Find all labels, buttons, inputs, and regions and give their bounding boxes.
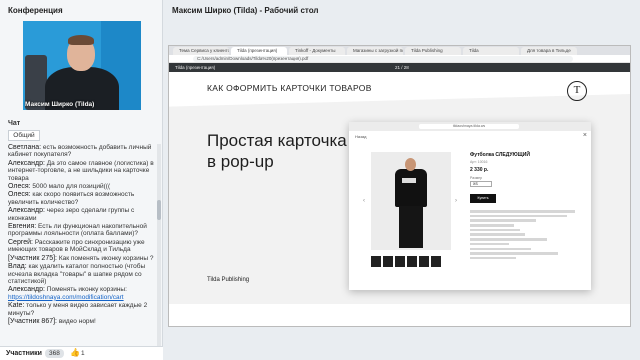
slide-title: Простая карточка в pop-up — [207, 130, 347, 172]
product-photo — [371, 152, 451, 250]
chat-message: Александр: Поменять иконку корзины: http… — [8, 286, 156, 301]
close-icon[interactable]: × — [583, 132, 587, 139]
tilda-logo-icon: T — [567, 81, 587, 101]
chat-author: Александр: — [8, 159, 45, 167]
model-head — [405, 158, 416, 171]
buy-button[interactable]: Купить — [470, 194, 496, 203]
chat-tab-general[interactable]: Общий — [8, 130, 40, 141]
thumbs-up-icon[interactable]: 👍 — [70, 348, 80, 357]
chat-link[interactable]: https://tildoshnaya.com/modification/car… — [8, 294, 124, 301]
slide-footer: Tilda Publishing — [207, 277, 250, 283]
presentation-slide: КАК ОФОРМИТЬ КАРТОЧКИ ТОВАРОВ T Простая … — [169, 72, 630, 324]
browser-tab[interactable]: Tilda Publishing — [405, 47, 461, 55]
chat-scrollbar[interactable] — [157, 144, 161, 346]
chat-text: как удалить каталог полностью (чтобы исч… — [8, 263, 146, 285]
chat-author: [Участник 867]: — [8, 317, 57, 325]
chat-message: [Участник 275]: Как поменять иконку корз… — [8, 255, 156, 262]
popup-url: tildaoshnaya.tilda.ws — [419, 124, 519, 129]
chat-message: Kate: только у меня видео зависает кажды… — [8, 302, 156, 317]
chat-text: только у меня видео зависает каждые 2 ми… — [8, 302, 148, 317]
browser-tab[interactable]: Tinkoff - Документы — [289, 47, 345, 55]
chat-author: Олеся: — [8, 183, 31, 191]
conference-panel: Конференция Максим Ширко (Tilda) Чат Общ… — [0, 0, 163, 360]
chat-text: видео норм! — [58, 317, 96, 325]
slide-title-line2: в pop-up — [207, 152, 274, 171]
chat-author: Сергей: — [8, 238, 33, 246]
browser-tab[interactable]: Магазины с загрузкой по — [347, 47, 403, 55]
likes-count: 1 — [81, 350, 85, 357]
size-label: Размер — [470, 176, 483, 180]
chat-author: Влад: — [8, 263, 27, 271]
speaker-video[interactable]: Максим Ширко (Tilda) — [23, 21, 141, 110]
chat-title: Чат — [8, 120, 21, 127]
chat-messages[interactable]: Светлана: есть возможность добавить личн… — [8, 144, 156, 346]
participants-label[interactable]: Участники — [6, 350, 42, 357]
browser-tab[interactable]: Тема Сервиса у клиентов Tild — [173, 47, 229, 55]
product-price: 2 330 р. — [470, 167, 489, 173]
product-title: Футболка СЛЕДУЮЩИЙ — [470, 152, 530, 158]
chat-message: Александр: через зеро сделали группы с и… — [8, 207, 156, 222]
slide-title-line1: Простая карточка — [207, 131, 347, 150]
chat-text: Как поменять иконку корзины ? — [58, 254, 154, 262]
slide-heading: КАК ОФОРМИТЬ КАРТОЧКИ ТОВАРОВ — [207, 83, 372, 93]
size-select[interactable]: XS — [470, 181, 492, 187]
product-description — [470, 210, 580, 262]
chat-author: Светлана: — [8, 144, 42, 151]
chat-scroll-thumb[interactable] — [157, 200, 161, 220]
chat-author: Kate: — [8, 302, 25, 310]
chat-message: [Участник 867]: видео норм! — [8, 318, 156, 325]
chat-author: Александр: — [8, 207, 45, 215]
pdf-title: Tilda (презентация) — [175, 65, 216, 70]
address-url[interactable]: C:/Users/admin/Downloads/Tilda%20(презен… — [193, 56, 573, 62]
browser-tab[interactable]: Для товара в Тильде — [521, 47, 577, 55]
chat-text: Поменять иконку корзины: — [46, 286, 127, 294]
thumbnail[interactable] — [431, 256, 441, 267]
browser-tab[interactable]: Tilda (презентация) — [231, 47, 287, 55]
arrow-right-icon[interactable]: › — [455, 198, 457, 204]
thumbnail[interactable] — [371, 256, 381, 267]
product-popup-window: tildaoshnaya.tilda.ws Назад × ‹ › Футбол… — [349, 122, 591, 290]
conference-title: Конференция — [8, 6, 63, 15]
chat-message: Влад: как удалить каталог полностью (что… — [8, 263, 156, 285]
chat-message: Евгения: Есть ли функционал накопительно… — [8, 223, 156, 238]
popup-back-link[interactable]: Назад — [355, 134, 366, 139]
thumbnail[interactable] — [383, 256, 393, 267]
product-sku: Арт: 10016 — [470, 160, 488, 164]
participants-count: 368 — [45, 349, 64, 358]
model-legs — [399, 206, 423, 248]
browser-tabs: Тема Сервиса у клиентов TildTilda (презе… — [169, 46, 630, 55]
pdf-page-indicator: 21 / 28 — [395, 65, 409, 70]
speaker-hair — [68, 35, 94, 45]
chat-message: Олеся: как скоро появиться возможность у… — [8, 191, 156, 206]
chat-message: Светлана: есть возможность добавить личн… — [8, 144, 156, 159]
shared-screen: Тема Сервиса у клиентов TildTilda (презе… — [168, 45, 631, 327]
product-thumbnails[interactable] — [371, 254, 471, 267]
window-title: Максим Ширко (Tilda) - Рабочий стол — [172, 6, 319, 15]
speaker-name: Максим Ширко (Tilda) — [25, 101, 95, 108]
chat-author: Александр: — [8, 286, 45, 294]
chat-author: [Участник 275]: — [8, 254, 57, 262]
chat-message: Сергей: Расскажите про синхронизацию уже… — [8, 239, 156, 254]
chat-text: 5000 мало для позиций((( — [32, 183, 111, 191]
thumbnail[interactable] — [395, 256, 405, 267]
model-body — [395, 169, 427, 207]
app-root: Конференция Максим Ширко (Tilda) Чат Общ… — [0, 0, 640, 360]
pdf-toolbar: Tilda (презентация) 21 / 28 — [169, 63, 630, 72]
chat-author: Евгения: — [8, 223, 37, 231]
chat-message: Александр: Да это самое главное (логисти… — [8, 160, 156, 182]
tshirt-print — [402, 178, 416, 183]
thumbnail[interactable] — [419, 256, 429, 267]
arrow-left-icon[interactable]: ‹ — [363, 198, 365, 204]
chat-message: Олеся: 5000 мало для позиций((( — [8, 183, 156, 190]
thumbnail[interactable] — [407, 256, 417, 267]
chat-author: Олеся: — [8, 191, 31, 199]
browser-tab[interactable]: Tilda — [463, 47, 519, 55]
popup-browser-bar: tildaoshnaya.tilda.ws — [349, 122, 591, 131]
participants-bar: Участники 368 👍 1 — [0, 346, 163, 360]
address-bar: C:/Users/admin/Downloads/Tilda%20(презен… — [169, 55, 630, 63]
